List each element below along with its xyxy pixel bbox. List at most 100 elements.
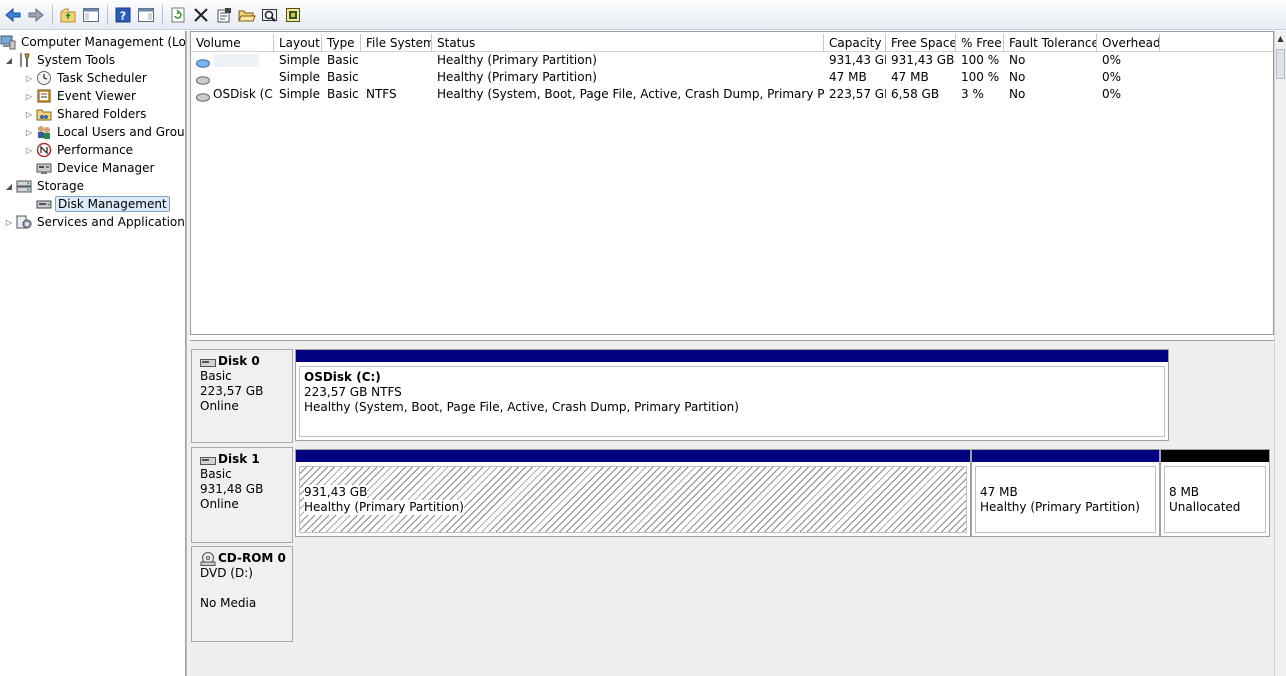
drive-type: DVD (D:) [200,566,253,580]
column-header-layout[interactable]: Layout [274,34,322,52]
tree-item-local-users-and-groups[interactable]: ▷ Local Users and Groups [24,123,186,141]
percent-free-cell: 100 % [961,53,1000,67]
show-hide-console-tree-icon[interactable] [80,4,102,26]
scroll-thumb[interactable] [1276,49,1285,79]
tree-label: Device Manager [57,161,155,175]
status-cell: Healthy (System, Boot, Page File, Active… [437,87,824,101]
partition-bar [296,350,1168,362]
scroll-up-arrow-icon[interactable]: ▲ [1275,31,1286,47]
tree-item-services-and-applications[interactable]: ▷ Services and Applications [4,213,185,231]
type-cell: Basic [327,87,359,101]
collapsed-arrow-icon[interactable]: ▷ [4,218,14,227]
toolbar-separator [162,4,163,25]
hard-disk-icon [200,455,216,465]
layout-cell: Simple [279,87,320,101]
volume-name: OSDisk (C:) [213,87,274,101]
hard-disk-icon [200,357,216,367]
tree-label: Disk Management [55,196,170,212]
shared-folder-icon [36,106,52,122]
collapsed-arrow-icon[interactable]: ▷ [24,110,34,119]
capacity-cell: 223,57 GB [829,87,886,101]
disk-type: Basic [200,467,232,481]
tree-item-disk-management[interactable]: Disk Management [36,195,170,213]
disk-size: 223,57 GB [200,384,264,398]
tree-item-event-viewer[interactable]: ▷ Event Viewer [24,87,138,105]
disk-graphical-view: Disk 0 Basic 223,57 GB Online OSDisk (C:… [190,340,1274,676]
export-icon[interactable] [282,4,304,26]
column-header-percent-free[interactable]: % Free [956,34,1004,52]
table-row[interactable]: Simple Basic Healthy (Primary Partition)… [191,52,1273,69]
collapsed-arrow-icon[interactable]: ▷ [24,74,34,83]
partition-body: 931,43 GB Healthy (Primary Partition) [299,466,967,533]
disk-0-label[interactable]: Disk 0 Basic 223,57 GB Online [191,349,293,443]
volume-cell [191,52,274,69]
column-header-status[interactable]: Status [432,34,824,52]
event-viewer-icon [36,88,52,104]
toolbar-separator [107,4,108,25]
disk-1-label[interactable]: Disk 1 Basic 931,48 GB Online [191,447,293,543]
column-header-type[interactable]: Type [322,34,361,52]
column-header-fault-tolerance[interactable]: Fault Tolerance [1004,34,1097,52]
tree-label: Computer Management (Local [21,35,186,49]
tree-item-storage[interactable]: ◢ Storage [4,177,86,195]
partition-body: 47 MB Healthy (Primary Partition) [975,466,1156,533]
tree-label: Storage [37,179,84,193]
percent-free-cell: 100 % [961,70,1000,84]
overhead-cell: 0% [1102,53,1122,67]
disk-name: Disk 1 [200,452,292,467]
tree-label: Local Users and Groups [57,125,186,139]
status-cell: Healthy (Primary Partition) [437,53,597,67]
cdrom-0-name: CD-ROM 0 [218,551,286,565]
partition-size: 8 MB [1169,485,1200,499]
help-icon[interactable]: ? [112,4,134,26]
properties-icon[interactable] [213,4,235,26]
disk-status: Online [200,497,239,511]
collapsed-arrow-icon[interactable]: ▷ [24,146,34,155]
table-row[interactable]: OSDisk (C:) Simple Basic NTFS Healthy (S… [191,86,1273,103]
cdrom-0-label[interactable]: CD-ROM 0 DVD (D:) No Media [191,546,293,642]
tree-item-device-manager[interactable]: Device Manager [36,159,156,177]
device-manager-icon [36,160,52,176]
tree-item-system-tools[interactable]: ◢ System Tools [4,51,117,69]
open-icon[interactable] [236,4,258,26]
column-header-file-system[interactable]: File System [361,34,432,52]
tools-icon [16,52,32,68]
back-icon[interactable] [2,4,24,26]
partition-disk1-47mb[interactable]: 47 MB Healthy (Primary Partition) [971,449,1160,537]
vertical-scrollbar[interactable]: ▲ [1274,31,1286,676]
percent-free-cell: 3 % [961,87,984,101]
partition-body: OSDisk (C:) 223,57 GB NTFS Healthy (Syst… [299,366,1165,437]
table-row[interactable]: Simple Basic Healthy (Primary Partition)… [191,69,1273,86]
partition-disk1-931gb[interactable]: 931,43 GB Healthy (Primary Partition) [295,449,971,537]
tree-item-performance[interactable]: ▷ Performance [24,141,135,159]
action-pane-icon[interactable] [135,4,157,26]
partition-status: Unallocated [1169,500,1241,514]
collapsed-arrow-icon[interactable]: ▷ [24,128,34,137]
expanded-arrow-icon[interactable]: ◢ [4,182,14,191]
clock-icon [36,70,52,86]
forward-icon[interactable] [25,4,47,26]
tree-item-computer-management[interactable]: Computer Management (Local [0,33,186,51]
delete-icon[interactable] [190,4,212,26]
free-space-cell: 931,43 GB [891,53,955,67]
volume-cell [191,69,274,86]
rescan-icon[interactable] [259,4,281,26]
tree-item-task-scheduler[interactable]: ▷ Task Scheduler [24,69,149,87]
disk-status: Online [200,399,239,413]
up-folder-icon[interactable] [57,4,79,26]
partition-size: 223,57 GB NTFS [304,385,402,399]
partition-osdisk-c[interactable]: OSDisk (C:) 223,57 GB NTFS Healthy (Syst… [295,349,1169,441]
unallocated-space-disk1[interactable]: 8 MB Unallocated [1160,449,1270,537]
capacity-cell: 47 MB [829,70,867,84]
refresh-icon[interactable] [167,4,189,26]
partition-status: Healthy (Primary Partition) [304,500,464,515]
partition-status: Healthy (Primary Partition) [980,500,1140,514]
tree-item-shared-folders[interactable]: ▷ Shared Folders [24,105,148,123]
collapsed-arrow-icon[interactable]: ▷ [24,92,34,101]
column-header-capacity[interactable]: Capacity [824,34,886,52]
column-header-volume[interactable]: Volume [191,34,274,52]
column-header-overhead[interactable]: Overhead [1097,34,1160,52]
column-header-free-space[interactable]: Free Space [886,34,956,52]
fault-tolerance-cell: No [1009,53,1026,67]
expanded-arrow-icon[interactable]: ◢ [4,56,14,65]
